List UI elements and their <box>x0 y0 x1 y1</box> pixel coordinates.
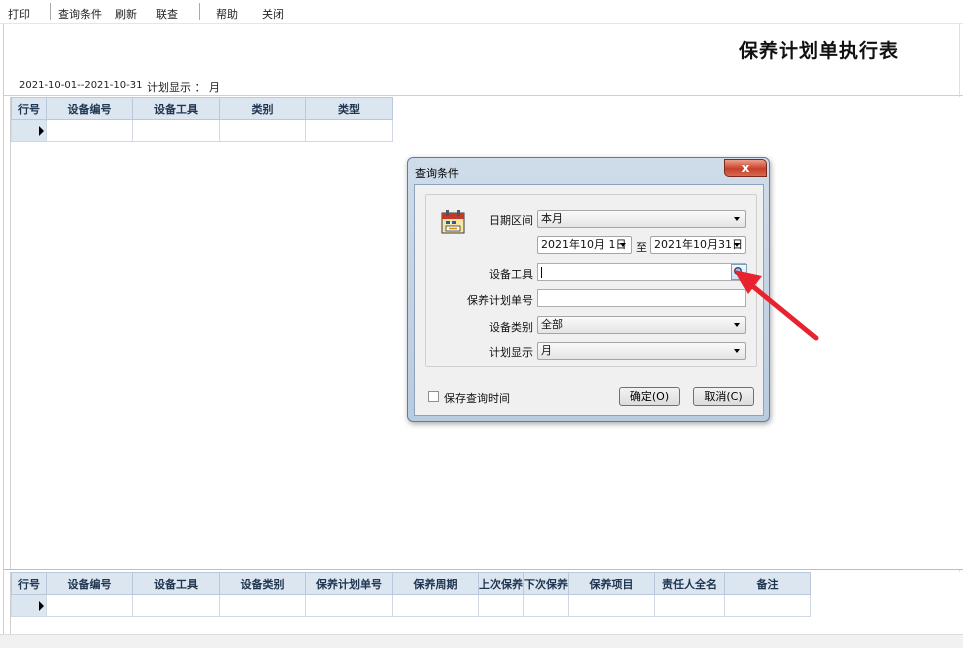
date-range-value: 本月 <box>541 212 563 225</box>
chevron-down-icon <box>734 243 740 247</box>
row-indicator-cell[interactable] <box>11 594 47 617</box>
header-divider <box>4 95 963 96</box>
cancel-button[interactable]: 取消(C) <box>693 387 754 406</box>
table-cell[interactable] <box>132 119 220 142</box>
bottom-grid-area[interactable]: 行号 设备编号 设备工具 设备类别 保养计划单号 保养周期 上次保养 下次保养 … <box>10 572 963 634</box>
query-dialog: 查询条件 x 日期区间 本月 2021年10月 1日 至 2021年10月31日 <box>407 157 770 422</box>
close-button[interactable]: 关闭 <box>262 6 284 22</box>
equipment-label: 设备工具 <box>489 268 533 281</box>
table-cell[interactable] <box>219 119 306 142</box>
col-header-row-no[interactable]: 行号 <box>11 97 47 120</box>
table-cell[interactable] <box>523 594 569 617</box>
toolbar: 打印 查询条件 刷新 联查 帮助 关闭 <box>0 0 963 24</box>
table-cell[interactable] <box>392 594 479 617</box>
col-header-maintenance-item[interactable]: 保养项目 <box>568 572 655 595</box>
table-cell[interactable] <box>305 594 393 617</box>
col-header-row-no[interactable]: 行号 <box>11 572 47 595</box>
frame-border <box>3 24 4 634</box>
plan-display-label: 计划显示 <box>489 346 533 359</box>
lookup-button[interactable]: 联查 <box>156 6 178 22</box>
row-pointer-icon <box>39 601 44 611</box>
end-date-value: 2021年10月31日 <box>654 238 743 251</box>
col-header-equipment-tool[interactable]: 设备工具 <box>132 572 220 595</box>
col-header-last-maintenance[interactable]: 上次保养 <box>478 572 524 595</box>
table-cell[interactable] <box>46 119 133 142</box>
annotation-arrow-icon <box>734 270 819 341</box>
date-range-label: 日期区间 <box>489 214 533 227</box>
category-select[interactable]: 全部 <box>537 316 746 334</box>
top-grid[interactable]: 行号 设备编号 设备工具 类别 类型 <box>11 97 393 142</box>
col-header-remark[interactable]: 备注 <box>724 572 811 595</box>
col-header-next-maintenance[interactable]: 下次保养 <box>523 572 569 595</box>
col-header-equipment-category[interactable]: 设备类别 <box>219 572 306 595</box>
refresh-button[interactable]: 刷新 <box>115 6 137 22</box>
to-label: 至 <box>636 241 647 254</box>
table-cell[interactable] <box>478 594 524 617</box>
plan-display-value: 月 <box>541 344 552 357</box>
table-cell[interactable] <box>132 594 220 617</box>
chevron-down-icon <box>734 217 740 221</box>
date-range-select[interactable]: 本月 <box>537 210 746 228</box>
chevron-down-icon <box>734 349 740 353</box>
date-range-text: 2021-10-01--2021-10-31 <box>19 80 143 91</box>
table-row[interactable] <box>11 119 393 142</box>
text-caret <box>541 267 542 278</box>
report-title: 保养计划单执行表 <box>739 40 900 62</box>
plan-display-select[interactable]: 月 <box>537 342 746 360</box>
start-date-value: 2021年10月 1日 <box>541 238 627 251</box>
save-query-time-label[interactable]: 保存查询时间 <box>444 390 510 406</box>
dialog-close-button[interactable]: x <box>724 159 767 177</box>
col-header-responsible-person[interactable]: 责任人全名 <box>654 572 725 595</box>
ok-button[interactable]: 确定(O) <box>619 387 680 406</box>
category-value: 全部 <box>541 318 563 331</box>
dialog-title: 查询条件 <box>415 167 459 180</box>
table-cell[interactable] <box>219 594 306 617</box>
print-button[interactable]: 打印 <box>8 6 30 22</box>
plan-display-text: 计划显示 ： 月 <box>147 81 220 94</box>
plan-no-label: 保养计划单号 <box>467 294 533 307</box>
close-icon: x <box>741 161 750 175</box>
end-date-picker[interactable]: 2021年10月31日 <box>650 236 746 254</box>
col-header-equipment-tool[interactable]: 设备工具 <box>132 97 220 120</box>
col-header-equipment-no[interactable]: 设备编号 <box>46 572 133 595</box>
plan-no-input[interactable] <box>537 289 746 307</box>
table-cell[interactable] <box>568 594 655 617</box>
status-bar <box>0 634 963 648</box>
category-label: 设备类别 <box>489 321 533 334</box>
table-cell[interactable] <box>654 594 725 617</box>
table-cell[interactable] <box>305 119 393 142</box>
table-row[interactable] <box>11 594 811 617</box>
row-pointer-icon <box>39 126 44 136</box>
dialog-body: 日期区间 本月 2021年10月 1日 至 2021年10月31日 设备工具 保… <box>414 184 764 416</box>
help-button[interactable]: 帮助 <box>216 6 238 22</box>
row-indicator-cell[interactable] <box>11 119 47 142</box>
table-cell[interactable] <box>46 594 133 617</box>
col-header-type[interactable]: 类型 <box>305 97 393 120</box>
col-header-equipment-no[interactable]: 设备编号 <box>46 97 133 120</box>
col-header-plan-no[interactable]: 保养计划单号 <box>305 572 393 595</box>
toolbar-separator <box>50 3 51 20</box>
splitter[interactable] <box>4 569 963 570</box>
toolbar-separator <box>199 3 200 20</box>
bottom-grid[interactable]: 行号 设备编号 设备工具 设备类别 保养计划单号 保养周期 上次保养 下次保养 … <box>11 572 811 617</box>
query-conditions-button[interactable]: 查询条件 <box>58 6 102 22</box>
equipment-input[interactable] <box>537 263 746 281</box>
chevron-down-icon <box>620 243 626 247</box>
save-query-time-checkbox[interactable] <box>428 391 439 402</box>
start-date-picker[interactable]: 2021年10月 1日 <box>537 236 632 254</box>
col-header-category[interactable]: 类别 <box>219 97 306 120</box>
col-header-cycle[interactable]: 保养周期 <box>392 572 479 595</box>
table-cell[interactable] <box>724 594 811 617</box>
